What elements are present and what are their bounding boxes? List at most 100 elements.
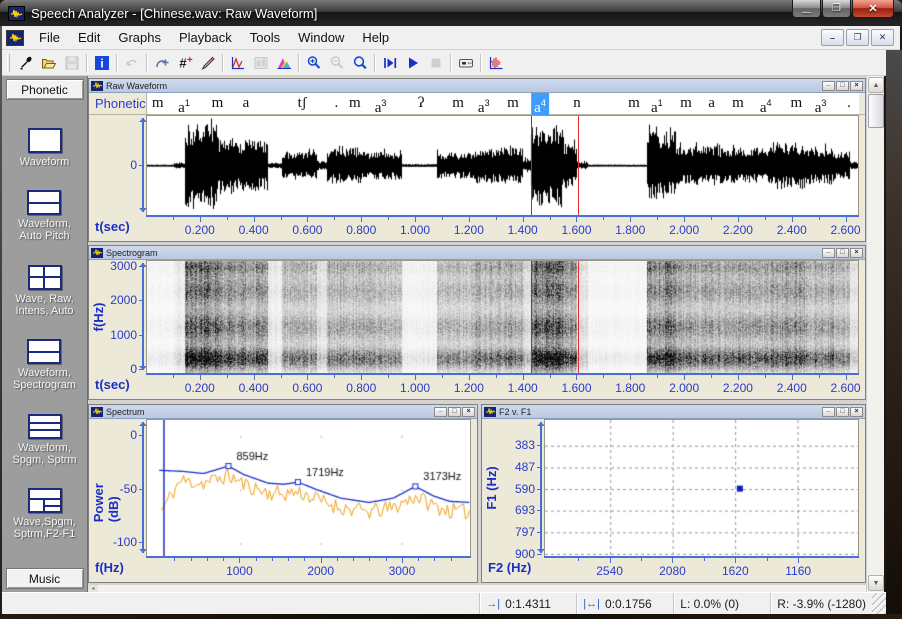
- play-icon[interactable]: [401, 52, 424, 73]
- zoom-out-icon[interactable]: [325, 52, 348, 73]
- tab-music[interactable]: Music: [6, 568, 84, 589]
- menu-item-playback[interactable]: Playback: [170, 27, 241, 48]
- stop-icon[interactable]: [424, 52, 447, 73]
- play-selection-icon[interactable]: [378, 52, 401, 73]
- panel-minimize-button[interactable]: [822, 248, 835, 258]
- panel-titlebar[interactable]: Raw Waveform: [89, 79, 865, 93]
- scroll-up-icon[interactable]: ▲: [868, 77, 884, 93]
- menu-item-tools[interactable]: Tools: [241, 27, 289, 48]
- phonetic-segment[interactable]: m: [504, 93, 522, 115]
- horizontal-scrollbar[interactable]: ◂: [88, 585, 866, 592]
- save-icon[interactable]: [60, 52, 83, 73]
- record-overlay-icon[interactable]: [484, 52, 507, 73]
- menu-item-edit[interactable]: Edit: [69, 27, 109, 48]
- end-cursor[interactable]: [578, 116, 579, 215]
- phonetic-segment[interactable]: tʃ: [295, 93, 310, 115]
- minimize-button[interactable]: [792, 0, 821, 18]
- menu-item-help[interactable]: Help: [353, 27, 398, 48]
- start-cursor[interactable]: [531, 116, 532, 215]
- y-tick-label: 1000: [110, 328, 137, 342]
- toolbar-grip[interactable]: [7, 54, 10, 72]
- panel-maximize-button[interactable]: [836, 248, 849, 258]
- panel-maximize-button[interactable]: [836, 81, 849, 91]
- layout-button-waveform[interactable]: Waveform: [20, 128, 70, 168]
- zoom-full-icon[interactable]: [348, 52, 371, 73]
- panel-close-button[interactable]: [850, 407, 863, 417]
- function-keys-icon[interactable]: [454, 52, 477, 73]
- open-file-icon[interactable]: [37, 52, 60, 73]
- layout-button-waveform-spgm-sptrm[interactable]: Waveform,Spgm, Sptrm: [12, 414, 76, 466]
- record-mic-icon[interactable]: [14, 52, 37, 73]
- gray-graph-icon[interactable]: [249, 52, 272, 73]
- panel-minimize-button[interactable]: [822, 81, 835, 91]
- close-button[interactable]: [852, 0, 894, 18]
- phonetic-segment[interactable]: m: [149, 93, 167, 115]
- phonetic-segment[interactable]: .: [844, 93, 854, 115]
- layout-button-waveform-spectrogram[interactable]: Waveform,Spectrogram: [13, 339, 76, 391]
- zoom-in-icon[interactable]: [302, 52, 325, 73]
- spectrogram-plot[interactable]: [146, 260, 859, 373]
- panel-minimize-button[interactable]: [434, 407, 447, 417]
- panel-maximize-button[interactable]: [836, 407, 849, 417]
- phonetic-segment[interactable]: m: [449, 93, 467, 115]
- phonetic-segment[interactable]: m: [346, 93, 364, 115]
- phonetic-segment[interactable]: a3: [475, 93, 493, 115]
- panel-titlebar[interactable]: Spectrogram: [89, 246, 865, 260]
- number-annotate-icon[interactable]: #+: [173, 52, 196, 73]
- phonetic-segment[interactable]: a3: [812, 93, 830, 115]
- panel-minimize-button[interactable]: [822, 407, 835, 417]
- phonetic-segment[interactable]: m: [209, 93, 227, 115]
- info-icon[interactable]: i: [90, 52, 113, 73]
- phonetic-segment[interactable]: a3: [372, 93, 390, 115]
- waveform-plot[interactable]: [146, 115, 859, 215]
- panel-titlebar[interactable]: Spectrum: [89, 405, 477, 419]
- phonetic-segment[interactable]: m: [729, 93, 747, 115]
- resize-grip[interactable]: [872, 593, 886, 614]
- phonetic-segment[interactable]: a: [240, 93, 253, 115]
- waveform-graph-icon[interactable]: [226, 52, 249, 73]
- phonetic-segment[interactable]: n: [570, 93, 584, 115]
- layout-grid4-icon: [28, 265, 62, 290]
- start-cursor[interactable]: [531, 261, 532, 373]
- edit-pencil-icon[interactable]: [196, 52, 219, 73]
- maximize-button[interactable]: [822, 0, 851, 18]
- window-titlebar[interactable]: Speech Analyzer - [Chinese.wav: Raw Wave…: [0, 0, 902, 26]
- end-cursor[interactable]: [578, 261, 579, 373]
- phonetic-segment[interactable]: m: [677, 93, 695, 115]
- panel-close-button[interactable]: [850, 248, 863, 258]
- layout-button-label: Waveform,Auto Pitch: [18, 218, 71, 242]
- time-tick-label: 0.200: [185, 223, 215, 237]
- color-graph-icon[interactable]: [272, 52, 295, 73]
- f2f1-plot[interactable]: [544, 419, 859, 556]
- panel-close-button[interactable]: [850, 81, 863, 91]
- phonetic-segment[interactable]: m: [625, 93, 643, 115]
- spectrum-plot[interactable]: [146, 419, 471, 556]
- mdi-restore-button[interactable]: [846, 29, 869, 46]
- vertical-scrollbar[interactable]: ▲ ▼: [866, 76, 884, 592]
- panel-titlebar[interactable]: F2 v. F1: [482, 405, 865, 419]
- scroll-down-icon[interactable]: ▼: [868, 575, 884, 591]
- goto-add-icon[interactable]: [150, 52, 173, 73]
- layout-button-wave-raw-intens-auto[interactable]: Wave, Raw,Intens, Auto: [15, 265, 73, 317]
- menu-item-window[interactable]: Window: [289, 27, 353, 48]
- layout-button-wave-spgm-sptrm-f2-f1[interactable]: Wave,Spgm,Sptrm,F2-F1: [13, 488, 76, 540]
- phonetic-segment[interactable]: .: [332, 93, 342, 115]
- menu-item-graphs[interactable]: Graphs: [109, 27, 170, 48]
- phonetic-segment-selected[interactable]: a4: [531, 93, 549, 115]
- scrollbar-thumb[interactable]: [868, 94, 884, 128]
- phonetic-segment[interactable]: ʔ: [415, 93, 428, 115]
- tab-phonetic[interactable]: Phonetic: [6, 79, 84, 100]
- mdi-close-button[interactable]: [871, 29, 894, 46]
- phonetic-segment[interactable]: a1: [175, 93, 193, 115]
- phonetic-segment[interactable]: a4: [757, 93, 775, 115]
- phonetic-segment[interactable]: m: [788, 93, 806, 115]
- undo-icon[interactable]: [120, 52, 143, 73]
- panel-maximize-button[interactable]: [448, 407, 461, 417]
- menu-item-file[interactable]: File: [30, 27, 69, 48]
- phonetic-segment[interactable]: a: [705, 93, 718, 115]
- mdi-minimize-button[interactable]: [821, 29, 844, 46]
- scroll-left-icon[interactable]: ◂: [88, 585, 98, 592]
- panel-close-button[interactable]: [462, 407, 475, 417]
- phonetic-segment[interactable]: a1: [648, 93, 666, 115]
- layout-button-waveform-auto-pitch[interactable]: Waveform,Auto Pitch: [18, 190, 71, 242]
